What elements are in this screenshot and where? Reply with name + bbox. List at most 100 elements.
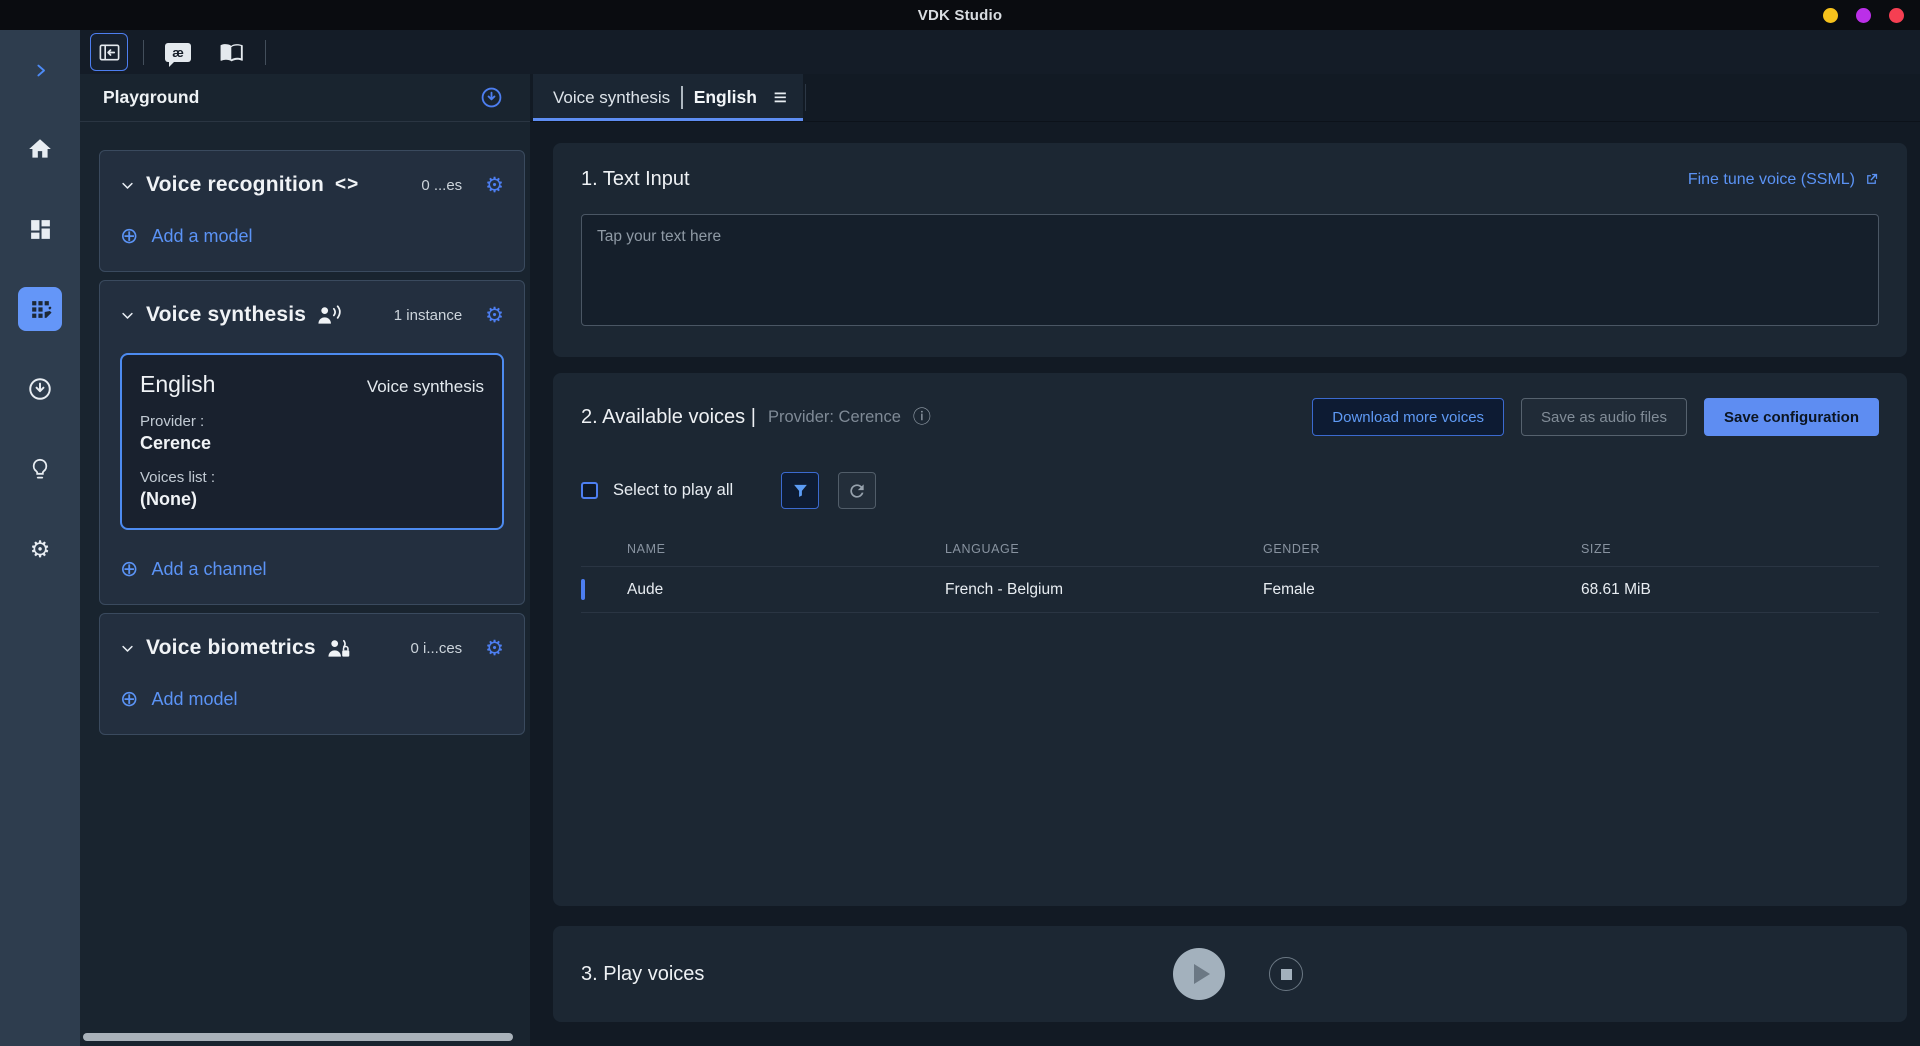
select-all-label: Select to play all (613, 481, 733, 500)
channel-card-english[interactable]: English Voice synthesis Provider : Ceren… (120, 353, 504, 530)
window-controls (1823, 0, 1904, 30)
titlebar: VDK Studio (0, 0, 1920, 30)
col-language: LANGUAGE (945, 542, 1263, 556)
play-icon (1194, 964, 1210, 984)
playground-panel: Playground Voice recognition <> (80, 74, 530, 1046)
instance-count-badge: 0 i...ces (410, 640, 462, 657)
window-dot-purple-icon[interactable] (1856, 8, 1871, 23)
table-row-aude[interactable]: Aude French - Belgium Female 68.61 MiB (581, 567, 1879, 613)
play-voices-section: 3. Play voices (553, 926, 1907, 1022)
add-model-button[interactable]: ⊕ Add a model (120, 225, 253, 247)
icon-sidebar: ⚙ (0, 30, 80, 1046)
tab-divider (805, 84, 806, 111)
top-toolbar: æ (80, 30, 1920, 74)
toolbar-separator (143, 40, 144, 65)
playground-body: Voice recognition <> 0 ...es ⚙ ⊕ Add a m… (80, 122, 530, 1046)
provider-label: Provider : (140, 413, 484, 430)
add-model-button[interactable]: ⊕ Add model (120, 688, 238, 710)
tab-context: Voice synthesis (553, 88, 670, 108)
playground-header: Playground (80, 74, 530, 122)
voice-recognition-card: Voice recognition <> 0 ...es ⚙ ⊕ Add a m… (99, 150, 525, 272)
text-input-field[interactable] (581, 214, 1879, 326)
voices-table-header: NAME LANGUAGE GENDER SIZE (581, 533, 1879, 567)
text-input-section: 1. Text Input Fine tune voice (SSML) (553, 143, 1907, 357)
download-more-voices-button[interactable]: Download more voices (1312, 398, 1504, 436)
chevron-down-icon[interactable] (120, 308, 135, 323)
window-dot-yellow-icon[interactable] (1823, 8, 1838, 23)
add-channel-button[interactable]: ⊕ Add a channel (120, 558, 267, 580)
voices-table: NAME LANGUAGE GENDER SIZE Aude French - … (581, 533, 1879, 613)
save-as-audio-files-button[interactable]: Save as audio files (1521, 398, 1687, 436)
voice-recognition-header: Voice recognition <> 0 ...es ⚙ (120, 173, 504, 197)
plus-circle-icon: ⊕ (120, 558, 138, 580)
playground-icon[interactable] (18, 287, 62, 331)
select-all-checkbox[interactable] (581, 482, 598, 499)
person-speaking-icon (317, 305, 342, 325)
cell-name: Aude (627, 581, 945, 599)
main-body: 1. Text Input Fine tune voice (SSML) 2. … (530, 122, 1920, 1046)
code-icon: <> (335, 174, 359, 196)
row-checkbox[interactable] (581, 579, 585, 600)
play-button[interactable] (1173, 948, 1225, 1000)
play-voices-title: 3. Play voices (581, 963, 704, 986)
voice-biometrics-title: Voice biometrics (146, 636, 316, 660)
playground-title: Playground (103, 87, 199, 108)
voice-synthesis-header: Voice synthesis 1 instance ⚙ (120, 303, 504, 327)
instance-count-badge: 1 instance (394, 307, 462, 324)
provider-value: Cerence (140, 433, 484, 454)
plus-circle-icon: ⊕ (120, 688, 138, 710)
horizontal-scrollbar[interactable] (83, 1033, 513, 1041)
phoneme-speech-bubble-icon[interactable]: æ (159, 33, 197, 71)
tab-voice-synthesis-english[interactable]: Voice synthesis English ≡ (533, 74, 803, 121)
window-dot-red-icon[interactable] (1889, 8, 1904, 23)
hamburger-menu-icon[interactable]: ≡ (774, 86, 787, 109)
download-icon[interactable] (18, 367, 62, 411)
stop-icon (1281, 969, 1292, 980)
voice-biometrics-card: Voice biometrics 0 i...ces ⚙ ⊕ Add model (99, 613, 525, 735)
add-model-label: Add a model (151, 226, 252, 247)
voice-recognition-title: Voice recognition (146, 173, 324, 197)
home-icon[interactable] (18, 127, 62, 171)
info-icon[interactable]: ⓘ (913, 408, 931, 426)
tab-name: English (694, 87, 757, 108)
settings-gear-icon[interactable]: ⚙ (18, 527, 62, 571)
provider-note: Provider: Cerence (768, 408, 901, 427)
ssml-link-label: Fine tune voice (SSML) (1688, 171, 1855, 189)
download-all-icon[interactable] (480, 86, 503, 109)
plus-circle-icon: ⊕ (120, 225, 138, 247)
toolbar-separator (265, 40, 266, 65)
lightbulb-icon[interactable] (18, 447, 62, 491)
save-configuration-button[interactable]: Save configuration (1704, 398, 1879, 436)
fine-tune-ssml-link[interactable]: Fine tune voice (SSML) (1688, 171, 1879, 189)
gear-icon[interactable]: ⚙ (485, 638, 504, 659)
dashboard-icon[interactable] (18, 207, 62, 251)
documentation-book-icon[interactable] (212, 33, 250, 71)
chevron-down-icon[interactable] (120, 178, 135, 193)
voices-list-value: (None) (140, 489, 484, 510)
voice-synthesis-card: Voice synthesis 1 instance ⚙ English Voi… (99, 280, 525, 605)
app-title: VDK Studio (918, 7, 1003, 24)
voices-list-label: Voices list : (140, 469, 484, 486)
col-gender: GENDER (1263, 542, 1581, 556)
chevron-down-icon[interactable] (120, 641, 135, 656)
gear-icon[interactable]: ⚙ (485, 305, 504, 326)
tab-bar: Voice synthesis English ≡ (530, 74, 1920, 122)
cell-gender: Female (1263, 581, 1581, 599)
refresh-icon (847, 481, 867, 501)
add-model-label: Add model (151, 689, 237, 710)
main-area: Voice synthesis English ≡ 1. Text Input … (530, 74, 1920, 1046)
col-name: NAME (627, 542, 945, 556)
channel-name: English (140, 371, 215, 398)
voice-biometrics-header: Voice biometrics 0 i...ces ⚙ (120, 636, 504, 660)
available-voices-section: 2. Available voices | Provider: Cerence … (553, 373, 1907, 906)
instance-count-badge: 0 ...es (421, 177, 462, 194)
filter-button[interactable] (781, 472, 819, 509)
refresh-button[interactable] (838, 472, 876, 509)
stop-button[interactable] (1269, 957, 1303, 991)
external-link-icon (1864, 172, 1879, 187)
col-size: SIZE (1581, 542, 1879, 556)
gear-icon[interactable]: ⚙ (485, 175, 504, 196)
collapse-panel-icon[interactable] (90, 33, 128, 71)
available-voices-title: 2. Available voices | (581, 406, 756, 429)
expand-sidebar-chevron-icon[interactable] (32, 58, 49, 82)
